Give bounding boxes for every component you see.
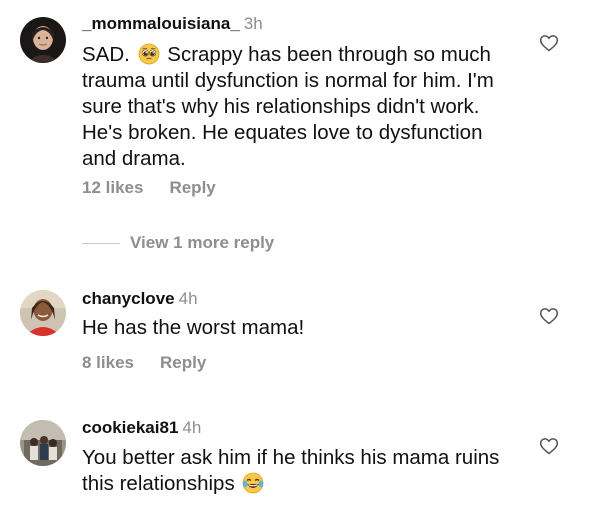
- comment-text: You better ask him if he thinks his mama…: [82, 446, 500, 495]
- comment-actions: 12 likes Reply: [82, 178, 216, 198]
- comment-meta: chanyclove 4h: [82, 289, 198, 309]
- timestamp: 4h: [178, 289, 198, 308]
- view-more-replies-label[interactable]: View 1 more reply: [130, 233, 274, 253]
- comment-meta: cookiekai81 4h: [82, 418, 201, 438]
- likes-count[interactable]: 12 likes: [82, 178, 143, 198]
- username[interactable]: chanyclove: [82, 289, 175, 308]
- avatar[interactable]: [20, 420, 66, 466]
- face-with-tears-of-joy-emoji-icon: [242, 472, 264, 494]
- heart-outline-icon[interactable]: [539, 306, 559, 326]
- pleading-face-emoji-icon: [138, 43, 160, 65]
- timestamp: 3h: [243, 14, 263, 33]
- comment-actions: 8 likes Reply: [82, 353, 206, 373]
- comment-text: SAD. Scrappy has been through so much tr…: [82, 43, 494, 170]
- username[interactable]: cookiekai81: [82, 418, 178, 437]
- reply-button[interactable]: Reply: [160, 353, 206, 373]
- likes-count[interactable]: 8 likes: [82, 353, 134, 373]
- timestamp: 4h: [182, 418, 202, 437]
- comment-meta: _mommalouisiana_ 3h: [82, 14, 263, 34]
- reply-button[interactable]: Reply: [169, 178, 215, 198]
- avatar[interactable]: [20, 17, 66, 63]
- comment-text: He has the worst mama!: [82, 316, 305, 339]
- divider: [82, 243, 120, 244]
- avatar[interactable]: [20, 290, 66, 336]
- username[interactable]: _mommalouisiana_: [82, 14, 240, 33]
- heart-outline-icon[interactable]: [539, 436, 559, 456]
- heart-outline-icon[interactable]: [539, 33, 559, 53]
